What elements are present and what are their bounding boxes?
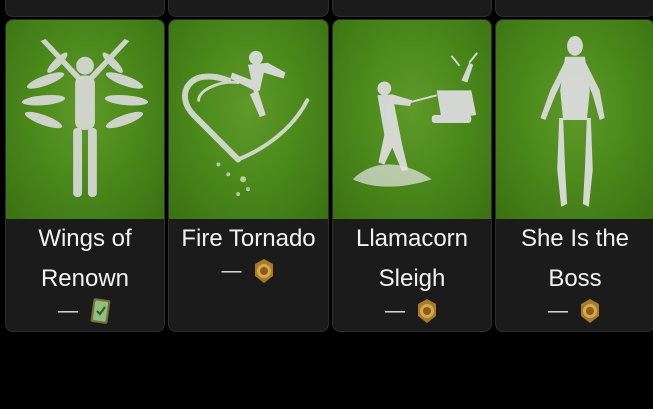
item-thumbnail	[333, 20, 491, 219]
item-title: Llamacorn Sleigh	[355, 225, 469, 292]
price-value: —	[385, 299, 405, 322]
price-value: —	[58, 299, 78, 322]
llamacorn-sleigh-emote-silhouette	[352, 52, 478, 187]
item-card-partial[interactable]	[5, 0, 165, 17]
item-thumbnail	[6, 20, 164, 219]
item-title: Wings of Renown	[38, 225, 132, 292]
item-title: Fire Tornado	[181, 225, 316, 252]
price-value: —	[548, 299, 568, 322]
item-card-partial[interactable]	[168, 0, 329, 17]
item-thumbnail	[496, 20, 653, 219]
item-card-fire-tornado[interactable]: Fire Tornado —	[168, 19, 329, 332]
item-card-partial[interactable]	[332, 0, 492, 17]
item-price: —	[169, 258, 328, 284]
medal-currency-icon	[418, 299, 436, 323]
item-price: —	[496, 298, 653, 324]
item-thumbnail	[169, 20, 328, 219]
item-card-partial[interactable]	[495, 0, 653, 17]
item-price: —	[333, 298, 491, 324]
item-card-wings-of-renown[interactable]: Wings of Renown —	[5, 19, 165, 332]
fire-tornado-emote-silhouette	[182, 50, 310, 197]
item-title: She Is the Boss	[520, 225, 630, 292]
wings-emote-silhouette	[21, 39, 149, 198]
card-currency-icon	[90, 298, 111, 324]
price-value: —	[221, 259, 242, 282]
item-price: —	[6, 298, 164, 324]
item-card-llamacorn-sleigh[interactable]: Llamacorn Sleigh —	[332, 19, 492, 332]
medal-currency-icon	[254, 259, 273, 283]
item-card-she-is-the-boss[interactable]: She Is the Boss —	[495, 19, 653, 332]
item-grid: Wings of Renown — Fire Tornado — Llamaco…	[0, 0, 653, 409]
medal-currency-icon	[581, 299, 599, 323]
she-is-the-boss-emote-silhouette	[540, 36, 605, 207]
